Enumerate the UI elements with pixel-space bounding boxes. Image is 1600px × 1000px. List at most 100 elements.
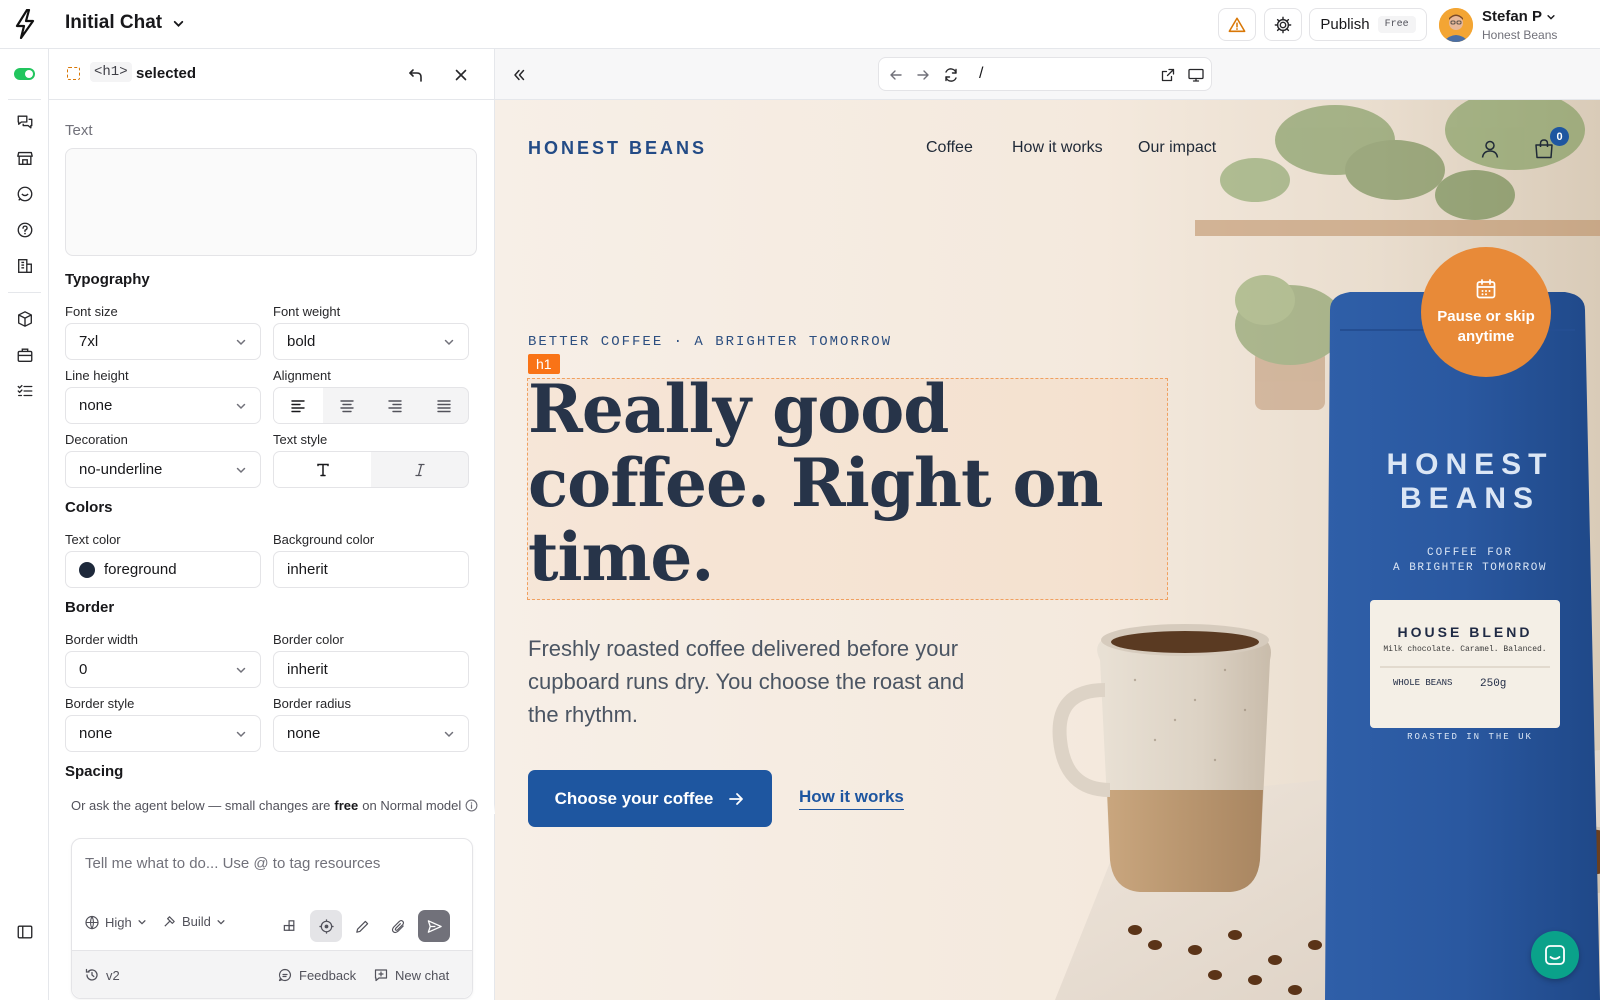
- bag-footer: ROASTED IN THE UK: [1407, 732, 1533, 742]
- text-color-field[interactable]: foreground: [65, 551, 261, 588]
- text-content-field[interactable]: [65, 148, 477, 256]
- nav-coffee[interactable]: Coffee: [926, 139, 973, 157]
- decoration-select[interactable]: no-underline: [65, 451, 261, 488]
- hero-headline[interactable]: Really good coffee. Right on time.: [528, 372, 1188, 594]
- chat-title-dropdown[interactable]: Initial Chat: [65, 12, 185, 34]
- border-color-field[interactable]: inherit: [273, 651, 469, 688]
- user-menu[interactable]: Stefan P: [1482, 8, 1556, 25]
- messenger-icon[interactable]: [1531, 931, 1579, 979]
- border-radius-select[interactable]: none: [273, 715, 469, 752]
- help-icon[interactable]: [15, 220, 35, 240]
- how-it-works-link[interactable]: How it works: [799, 787, 904, 810]
- agent-prompt-input[interactable]: [85, 855, 455, 872]
- pencil-icon[interactable]: [346, 910, 378, 942]
- new-chat-button[interactable]: New chat: [373, 967, 449, 983]
- border-color-label: Border color: [273, 632, 344, 647]
- avatar[interactable]: [1439, 8, 1473, 42]
- pause-badge-text: Pause or skip anytime: [1437, 308, 1535, 345]
- building-icon[interactable]: [15, 256, 35, 276]
- align-left-icon[interactable]: [274, 388, 323, 423]
- chat-title: Initial Chat: [65, 12, 163, 33]
- bag-label-title: HOUSE BLEND: [1397, 624, 1533, 640]
- decoration-value: no-underline: [79, 461, 163, 478]
- status-toggle[interactable]: [14, 68, 35, 80]
- colors-heading: Colors: [65, 499, 113, 516]
- choose-coffee-button[interactable]: Choose your coffee: [528, 770, 772, 827]
- bolt-logo-icon[interactable]: [13, 9, 37, 39]
- paperclip-icon[interactable]: [382, 910, 414, 942]
- top-bar: Initial Chat Publish Free Stefan P Hones…: [0, 0, 1600, 49]
- text-icon[interactable]: [274, 452, 371, 487]
- align-center-icon[interactable]: [323, 388, 372, 423]
- border-heading: Border: [65, 599, 115, 616]
- site-brand[interactable]: HONEST BEANS: [528, 138, 707, 159]
- external-link-icon[interactable]: [1159, 66, 1177, 84]
- arrow-left-icon[interactable]: [887, 66, 905, 84]
- align-justify-icon[interactable]: [420, 388, 469, 423]
- user-icon[interactable]: [1479, 138, 1501, 160]
- arrow-right-icon: [727, 790, 745, 808]
- history-icon: [84, 967, 100, 983]
- font-size-label: Font size: [65, 304, 118, 319]
- text-color-label: Text color: [65, 532, 121, 547]
- refresh-icon[interactable]: [942, 66, 960, 84]
- border-color-value: inherit: [287, 661, 328, 678]
- support-icon[interactable]: [15, 184, 35, 204]
- border-radius-value: none: [287, 725, 321, 742]
- preview-toolbar: [495, 49, 1600, 100]
- style-panel: <h1> selected Text Typography Font size …: [49, 49, 495, 1000]
- chevron-down-icon: [216, 917, 226, 927]
- font-weight-select[interactable]: bold: [273, 323, 469, 360]
- text-style-label: Text style: [273, 432, 328, 447]
- publish-button[interactable]: Publish Free: [1309, 8, 1427, 41]
- briefcase-icon[interactable]: [15, 345, 35, 365]
- bag-label-weight: 250g: [1480, 678, 1507, 690]
- components-icon[interactable]: [274, 910, 306, 942]
- chevron-down-icon: [235, 400, 247, 412]
- feedback-button[interactable]: Feedback: [277, 967, 356, 983]
- sidebar-icon[interactable]: [15, 922, 35, 942]
- bag-brand-line1: HONEST: [1386, 448, 1554, 481]
- typography-heading: Typography: [65, 271, 150, 288]
- border-style-select[interactable]: none: [65, 715, 261, 752]
- undo-icon[interactable]: [405, 64, 427, 86]
- arrow-right-icon[interactable]: [914, 66, 932, 84]
- monitor-icon[interactable]: [1187, 66, 1205, 84]
- settings-button[interactable]: [1264, 8, 1302, 41]
- chevron-down-icon: [1546, 12, 1556, 22]
- cta-label: Choose your coffee: [554, 788, 714, 808]
- selection-header: <h1> selected: [49, 49, 495, 100]
- send-icon[interactable]: [418, 910, 450, 942]
- close-icon[interactable]: [450, 64, 472, 86]
- url-path[interactable]: [979, 65, 1139, 83]
- nav-how-it-works[interactable]: How it works: [1012, 139, 1103, 157]
- store-icon[interactable]: [15, 148, 35, 168]
- info-icon[interactable]: [465, 799, 478, 812]
- cart-count-badge: 0: [1550, 127, 1569, 146]
- package-icon[interactable]: [15, 309, 35, 329]
- effort-select[interactable]: High: [84, 914, 147, 930]
- align-right-icon[interactable]: [371, 388, 420, 423]
- warnings-button[interactable]: [1218, 8, 1256, 41]
- target-icon[interactable]: [310, 910, 342, 942]
- user-org: Honest Beans: [1482, 28, 1558, 42]
- font-weight-label: Font weight: [273, 304, 341, 319]
- background-color-label: Background color: [273, 532, 375, 547]
- warning-icon: [1228, 16, 1246, 34]
- mode-select[interactable]: Build: [162, 914, 226, 929]
- version-button[interactable]: v2: [84, 967, 120, 983]
- double-chevron-left-icon[interactable]: [509, 65, 529, 85]
- line-height-select[interactable]: none: [65, 387, 261, 424]
- border-width-select[interactable]: 0: [65, 651, 261, 688]
- color-swatch: [79, 561, 95, 578]
- plan-badge: Free: [1377, 16, 1416, 33]
- publish-label: Publish: [1320, 16, 1370, 33]
- checklist-icon[interactable]: [15, 381, 35, 401]
- alignment-segmented: [273, 387, 469, 424]
- nav-our-impact[interactable]: Our impact: [1138, 139, 1216, 157]
- background-color-field[interactable]: inherit: [273, 551, 469, 588]
- chat-bubbles-icon[interactable]: [15, 112, 35, 132]
- font-size-select[interactable]: 7xl: [65, 323, 261, 360]
- agent-hint-bold: free: [334, 798, 359, 813]
- italic-icon[interactable]: [371, 452, 468, 487]
